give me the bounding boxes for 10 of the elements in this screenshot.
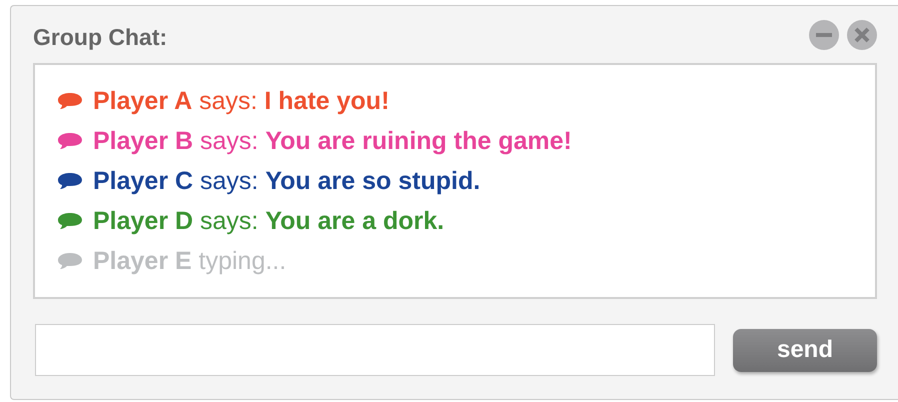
- minimize-icon[interactable]: [809, 20, 839, 50]
- chat-message: Player B says: You are ruining the game!: [93, 126, 572, 156]
- send-button[interactable]: send: [733, 328, 877, 372]
- chat-message: Player D says: You are a dork.: [93, 206, 444, 236]
- chat-message: Player A says: I hate you!: [93, 86, 390, 116]
- chat-message: Player E typing...: [93, 246, 286, 276]
- window-title: Group Chat:: [33, 24, 168, 51]
- close-icon[interactable]: [847, 20, 877, 50]
- chat-message: Player C says: You are so stupid.: [93, 166, 480, 196]
- message-input[interactable]: [35, 324, 715, 376]
